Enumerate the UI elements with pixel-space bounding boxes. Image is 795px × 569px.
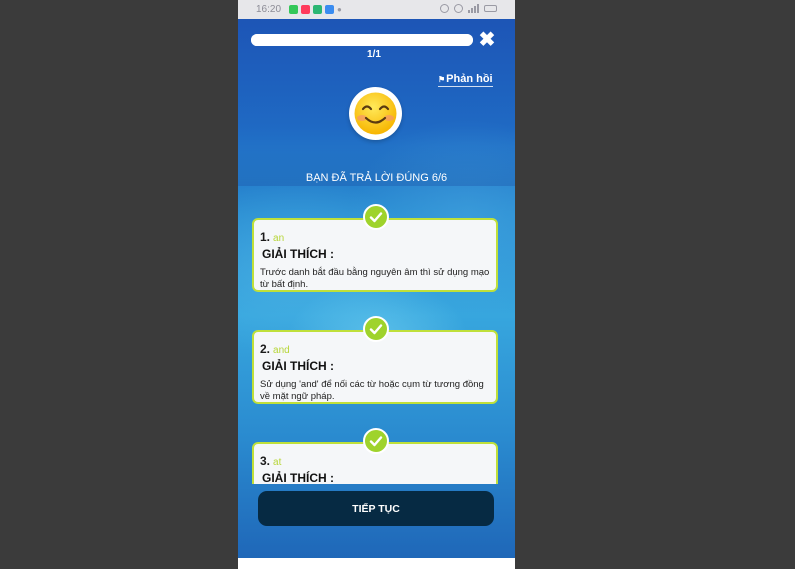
close-icon: ✖ [478,29,496,51]
signal-icon [468,4,479,13]
more-dot-icon: ● [337,5,342,14]
smiley-emoji-icon [349,87,402,140]
feedback-label: Phản hồi [446,73,493,85]
card-explanation: Sử dụng 'and' để nối các từ hoặc cụm từ … [260,379,484,402]
card-heading: GIẢI THÍCH : [262,247,334,261]
app-notification-icon [325,5,335,14]
continue-button[interactable]: TIẾP TỤC [258,491,494,526]
card-heading: GIẢI THÍCH : [262,471,334,484]
feedback-link[interactable]: ⚑ Phản hồi [438,73,493,87]
notification-icons: ● [289,5,342,14]
card-answer: at [273,457,282,468]
app-notification-icon [313,5,323,14]
status-time: 16:20 [256,4,282,15]
card-number-row: 2. and [260,342,290,356]
alarm-icon [440,4,449,13]
card-answer: and [273,345,290,356]
quiz-result-screen: ✖ 1/1 ⚑ Phản hồi BẠN ĐÃ TRẢ LỜI ĐÚNG 6/6… [238,19,515,558]
card-explanation: Trước danh bắt đầu bằng nguyên âm thì sử… [260,267,490,290]
bottom-strip [238,558,515,569]
flag-icon: ⚑ [438,74,446,84]
progress-bar [251,34,473,46]
check-icon [363,316,389,342]
check-icon [363,204,389,230]
close-button[interactable]: ✖ [478,29,496,51]
result-summary: BẠN ĐÃ TRẢ LỜI ĐÚNG 6/6 [305,172,448,184]
progress-fill [251,34,473,46]
card-number-row: 3. at [260,454,281,468]
check-icon [363,428,389,454]
card-number: 2. [260,342,271,356]
card-answer: an [273,233,285,244]
card-number: 1. [260,230,271,244]
card-heading: GIẢI THÍCH : [262,359,334,373]
battery-icon [484,5,497,12]
card-number: 3. [260,454,271,468]
system-status-icons [440,4,497,13]
phone-screen: 16:20 ● ✖ 1/1 ⚑ Phản hồi BẠN ĐÃ TRẢ LỜI … [238,0,515,569]
explanations-list[interactable]: 1. an GIẢI THÍCH : Trước danh bắt đầu bằn… [238,201,515,484]
app-notification-icon [289,5,299,14]
status-bar: 16:20 ● [238,0,515,19]
app-notification-icon [301,5,311,14]
wifi-icon [454,4,463,13]
question-counter: 1/1 [367,49,381,60]
card-number-row: 1. an [260,230,284,244]
